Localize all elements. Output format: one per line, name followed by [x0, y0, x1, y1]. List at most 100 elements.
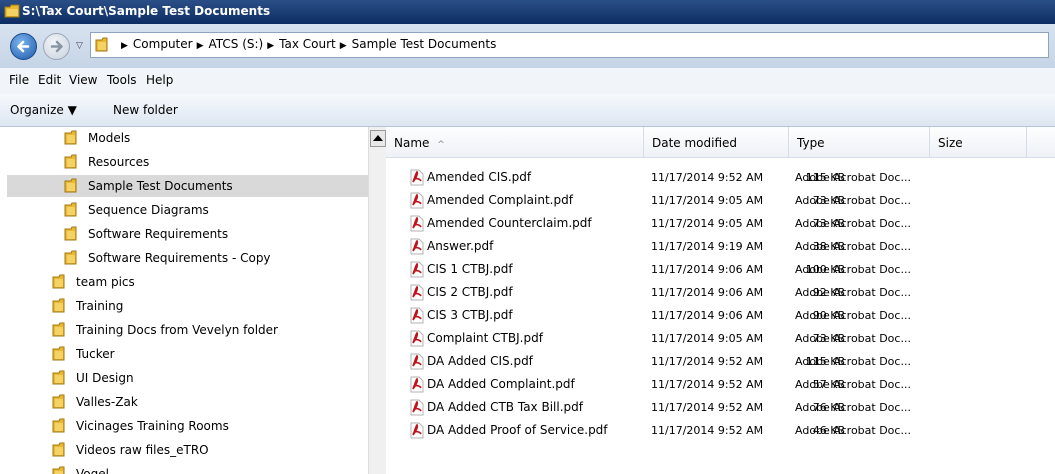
file-row[interactable]: DA Added Proof of Service.pdf 11/17/2014 … [386, 419, 1055, 442]
breadcrumb-separator-icon[interactable]: ▶ [340, 41, 347, 51]
file-date-modified: 11/17/2014 9:05 AM [651, 217, 764, 230]
menu-file[interactable]: File [9, 73, 29, 87]
folder-icon [64, 202, 82, 217]
column-header-name[interactable]: Name ^ [386, 127, 644, 157]
nav-item-label: Training [76, 299, 124, 313]
breadcrumb: ▶ Computer ▶ ATCS (S:) ▶ Tax Court ▶ Sample Tes… [117, 37, 496, 51]
file-row[interactable]: DA Added CIS.pdf 11/17/2014 9:52 AM Adobe … [386, 350, 1055, 373]
file-date-modified: 11/17/2014 9:52 AM [651, 401, 764, 414]
folder-icon [64, 130, 82, 145]
file-row[interactable]: DA Added Complaint.pdf 11/17/2014 9:52 AM… [386, 373, 1055, 396]
nav-item[interactable]: Sequence Diagrams [64, 199, 368, 221]
nav-item[interactable]: Models [64, 127, 368, 149]
menu-view[interactable]: View [69, 73, 97, 87]
file-date-modified: 11/17/2014 9:52 AM [651, 171, 764, 184]
file-row[interactable]: Complaint CTBJ.pdf 11/17/2014 9:05 AM Adob… [386, 327, 1055, 350]
nav-item[interactable]: Sample Test Documents [7, 175, 368, 197]
nav-item[interactable]: Resources [64, 151, 368, 173]
breadcrumb-item[interactable]: Sample Test Documents [352, 37, 497, 51]
folder-icon [52, 322, 70, 337]
file-row[interactable]: Amended CIS.pdf 11/17/2014 9:52 AM Adobe A… [386, 166, 1055, 189]
file-row[interactable]: Answer.pdf 11/17/2014 9:19 AM Adobe Acroba… [386, 235, 1055, 258]
file-date-modified: 11/17/2014 9:05 AM [651, 194, 764, 207]
file-row[interactable]: CIS 1 CTBJ.pdf 11/17/2014 9:06 AM Adobe Ac… [386, 258, 1055, 281]
pdf-file-icon [410, 261, 424, 278]
file-date-modified: 11/17/2014 9:06 AM [651, 263, 764, 276]
file-size: 92 KB [812, 286, 845, 299]
nav-item[interactable]: Vicinages Training Rooms [52, 415, 368, 437]
file-name: CIS 2 CTBJ.pdf [427, 285, 513, 299]
file-name: DA Added CIS.pdf [427, 354, 533, 368]
nav-item-label: Sample Test Documents [88, 179, 233, 193]
file-date-modified: 11/17/2014 9:06 AM [651, 286, 764, 299]
file-date-modified: 11/17/2014 9:05 AM [651, 332, 764, 345]
address-input[interactable]: ▶ Computer ▶ ATCS (S:) ▶ Tax Court ▶ Sample Tes… [90, 32, 1049, 58]
nav-item-label: Models [88, 131, 131, 145]
nav-item[interactable]: Training Docs from Vevelyn folder [52, 319, 368, 341]
nav-item[interactable]: Valles-Zak [52, 391, 368, 413]
menu-tools[interactable]: Tools [107, 73, 137, 87]
breadcrumb-item[interactable]: ATCS (S:) [209, 37, 264, 51]
column-header-size-label: Size [938, 136, 963, 150]
file-size: 73 KB [812, 332, 845, 345]
pdf-file-icon [410, 376, 424, 393]
column-header-row: Name ^ Date modified Type Size [386, 127, 1055, 158]
back-button[interactable] [10, 33, 37, 60]
nav-item[interactable]: Vogel [52, 463, 368, 474]
column-header-size[interactable]: Size [930, 127, 1027, 157]
folder-icon [52, 394, 70, 409]
nav-item[interactable]: team pics [52, 271, 368, 293]
menu-edit[interactable]: Edit [38, 73, 61, 87]
nav-item-label: Sequence Diagrams [88, 203, 209, 217]
pdf-file-icon [410, 307, 424, 324]
file-row[interactable]: Amended Counterclaim.pdf 11/17/2014 9:05 … [386, 212, 1055, 235]
folder-icon [95, 37, 113, 52]
new-folder-button[interactable]: New folder [113, 103, 178, 117]
folder-icon [64, 178, 82, 193]
file-name: Amended Counterclaim.pdf [427, 216, 592, 230]
menu-help[interactable]: Help [146, 73, 173, 87]
file-name: Amended CIS.pdf [427, 170, 532, 184]
file-row[interactable]: DA Added CTB Tax Bill.pdf 11/17/2014 9:52… [386, 396, 1055, 419]
folder-icon [52, 346, 70, 361]
arrow-left-icon [17, 40, 30, 53]
nav-item[interactable]: Tucker [52, 343, 368, 365]
organize-button[interactable]: Organize ▼ [10, 103, 77, 117]
title-bar: S:\Tax Court\Sample Test Documents [0, 0, 1055, 24]
breadcrumb-item[interactable]: Tax Court [279, 37, 336, 51]
file-row[interactable]: Amended Complaint.pdf 11/17/2014 9:05 AM A… [386, 189, 1055, 212]
navigation-scrollbar[interactable] [368, 127, 386, 474]
file-date-modified: 11/17/2014 9:52 AM [651, 378, 764, 391]
file-size: 115 KB [805, 171, 845, 184]
nav-item[interactable]: Videos raw files_eTRO [52, 439, 368, 461]
pdf-file-icon [410, 399, 424, 416]
breadcrumb-separator-icon[interactable]: ▶ [197, 41, 204, 51]
column-header-type[interactable]: Type [789, 127, 930, 157]
pdf-file-icon [410, 169, 424, 186]
file-name: CIS 3 CTBJ.pdf [427, 308, 513, 322]
forward-button[interactable] [43, 33, 70, 60]
folder-icon [52, 418, 70, 433]
column-header-date[interactable]: Date modified [644, 127, 789, 157]
file-row[interactable]: CIS 2 CTBJ.pdf 11/17/2014 9:06 AM Adobe Ac… [386, 281, 1055, 304]
nav-item[interactable]: Training [52, 295, 368, 317]
nav-item-label: Software Requirements [88, 227, 229, 241]
nav-item[interactable]: Software Requirements - Copy [64, 247, 368, 269]
file-row[interactable]: CIS 3 CTBJ.pdf 11/17/2014 9:06 AM Adobe Ac… [386, 304, 1055, 327]
file-date-modified: 11/17/2014 9:52 AM [651, 355, 764, 368]
scroll-up-button[interactable] [370, 130, 386, 147]
file-date-modified: 11/17/2014 9:52 AM [651, 424, 764, 437]
breadcrumb-item[interactable]: Computer [133, 37, 193, 51]
folder-icon [64, 250, 82, 265]
nav-item-label: Vicinages Training Rooms [76, 419, 229, 433]
pdf-file-icon [410, 330, 424, 347]
file-name: Answer.pdf [427, 239, 494, 253]
pdf-file-icon [410, 353, 424, 370]
recent-pages-dropdown[interactable]: ▽ [76, 41, 83, 51]
nav-item[interactable]: Software Requirements [64, 223, 368, 245]
breadcrumb-separator-icon[interactable]: ▶ [121, 41, 128, 51]
breadcrumb-separator-icon[interactable]: ▶ [267, 41, 274, 51]
pdf-file-icon [410, 284, 424, 301]
folder-icon [52, 298, 70, 313]
nav-item[interactable]: UI Design [52, 367, 368, 389]
